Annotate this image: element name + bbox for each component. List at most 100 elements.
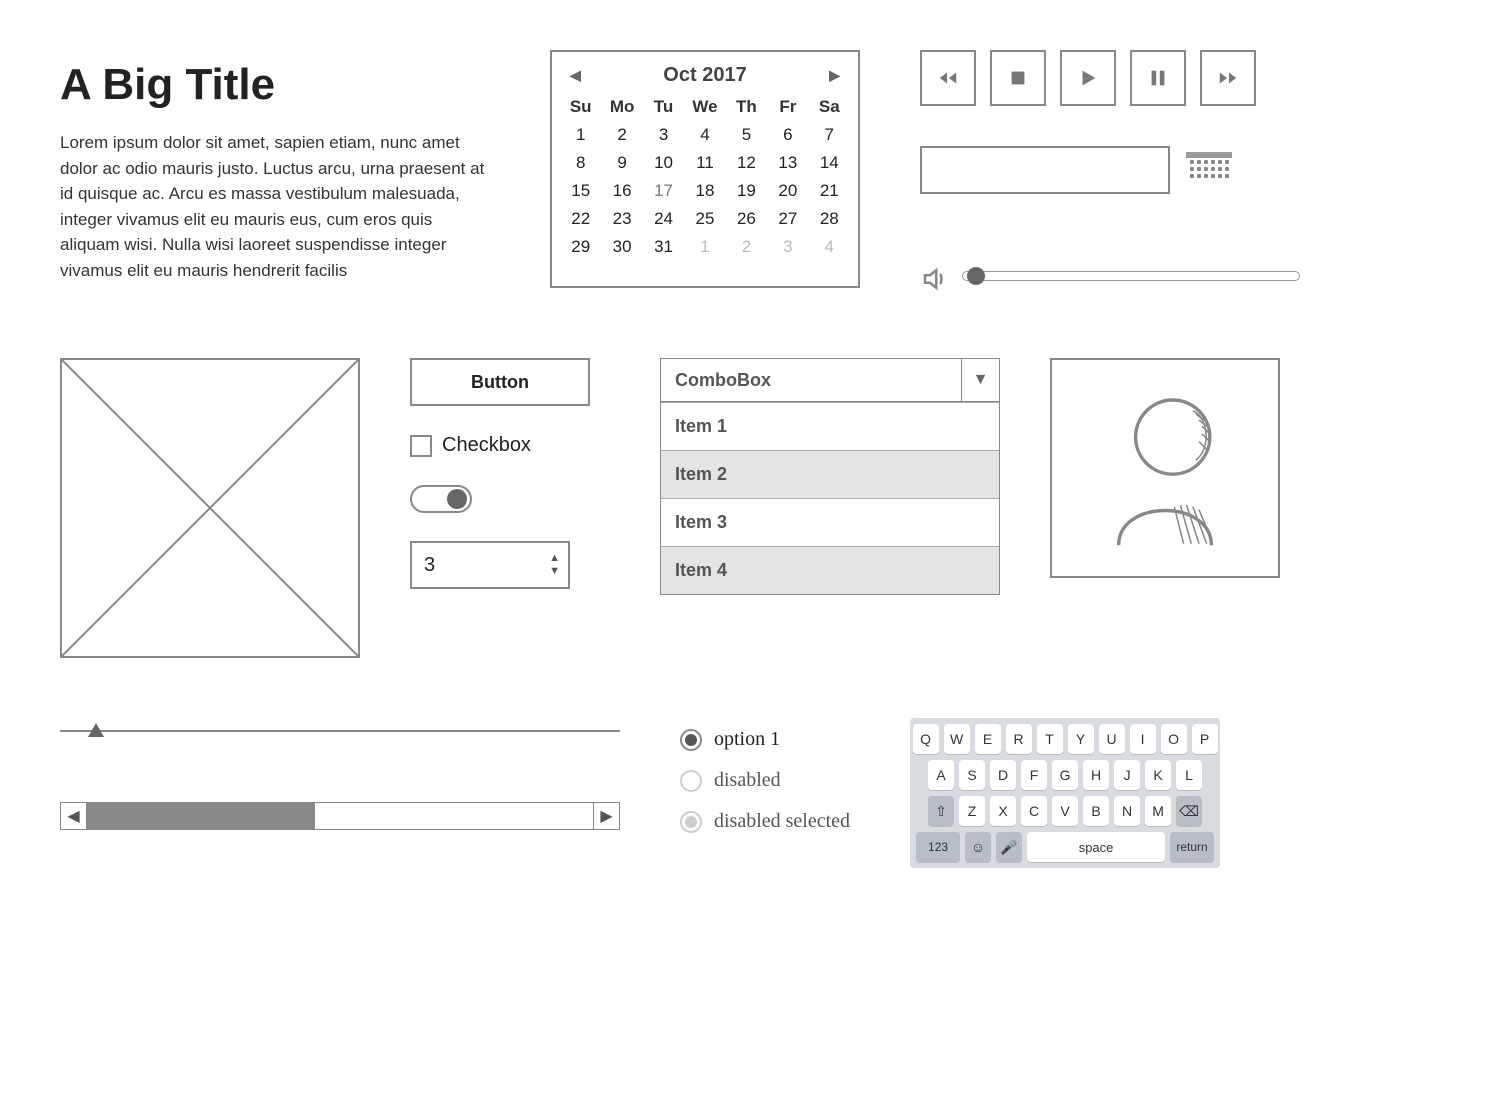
key[interactable]: Y (1068, 724, 1094, 754)
calendar-day[interactable]: 26 (726, 209, 767, 229)
calendar-day[interactable]: 4 (809, 237, 850, 257)
forward-button[interactable] (1200, 50, 1256, 106)
calendar-day[interactable]: 9 (601, 153, 642, 173)
calendar-day[interactable]: 19 (726, 181, 767, 201)
calendar-day[interactable]: 24 (643, 209, 684, 229)
checkbox[interactable]: Checkbox (410, 434, 610, 457)
calendar-day[interactable]: 29 (560, 237, 601, 257)
button[interactable]: Button (410, 358, 590, 406)
list-item[interactable]: Item 3 (661, 498, 999, 546)
key[interactable]: F (1021, 760, 1047, 790)
horizontal-slider[interactable] (60, 718, 620, 742)
calendar-day[interactable]: 5 (726, 125, 767, 145)
radio-option-1[interactable]: option 1 (680, 728, 850, 751)
list-item[interactable]: Item 1 (661, 402, 999, 450)
onscreen-keyboard[interactable]: QWERTYUIOP ASDFGHJKL ⇧ZXCVBNM⌫ 123 ☺ 🎤 s… (910, 718, 1220, 868)
listbox[interactable]: Item 1Item 2Item 3Item 4 (660, 402, 1000, 595)
horizontal-scrollbar[interactable]: ◀ ▶ (60, 802, 620, 830)
calendar-day[interactable]: 3 (643, 125, 684, 145)
calendar-next-icon[interactable]: ▶ (829, 67, 840, 84)
key[interactable]: C (1021, 796, 1047, 826)
key[interactable]: T (1037, 724, 1063, 754)
play-button[interactable] (1060, 50, 1116, 106)
pause-button[interactable] (1130, 50, 1186, 106)
checkbox-box[interactable] (410, 435, 432, 457)
key[interactable]: R (1006, 724, 1032, 754)
key[interactable]: Q (913, 724, 939, 754)
volume-slider[interactable] (962, 271, 1300, 281)
scroll-left-icon[interactable]: ◀ (61, 803, 87, 829)
calendar-day[interactable]: 14 (809, 153, 850, 173)
calendar-day[interactable]: 2 (726, 237, 767, 257)
calendar-day[interactable]: 1 (684, 237, 725, 257)
key[interactable]: G (1052, 760, 1078, 790)
calendar-day[interactable]: 8 (560, 153, 601, 173)
list-item[interactable]: Item 4 (661, 546, 999, 594)
key-mic-icon[interactable]: 🎤 (996, 832, 1022, 862)
calendar-day[interactable]: 12 (726, 153, 767, 173)
key-space[interactable]: space (1027, 832, 1165, 862)
key[interactable]: S (959, 760, 985, 790)
key[interactable]: B (1083, 796, 1109, 826)
key[interactable]: I (1130, 724, 1156, 754)
key[interactable]: U (1099, 724, 1125, 754)
stepper-down-icon[interactable]: ▼ (549, 566, 560, 577)
calendar-day[interactable]: 15 (560, 181, 601, 201)
key-emoji-icon[interactable]: ☺ (965, 832, 991, 862)
key[interactable]: E (975, 724, 1001, 754)
key[interactable]: K (1145, 760, 1171, 790)
key[interactable]: J (1114, 760, 1140, 790)
calendar-day[interactable]: 10 (643, 153, 684, 173)
calendar-day[interactable]: 25 (684, 209, 725, 229)
key[interactable]: L (1176, 760, 1202, 790)
key-return[interactable]: return (1170, 832, 1214, 862)
list-item[interactable]: Item 2 (661, 450, 999, 498)
calendar-day[interactable]: 21 (809, 181, 850, 201)
calendar-picker-icon[interactable] (1186, 152, 1232, 188)
date-input[interactable] (920, 146, 1170, 194)
volume-thumb[interactable] (967, 267, 985, 285)
scroll-right-icon[interactable]: ▶ (593, 803, 619, 829)
calendar-day[interactable]: 17 (643, 181, 684, 201)
key[interactable]: W (944, 724, 970, 754)
toggle-switch[interactable] (410, 485, 472, 513)
key[interactable]: Z (959, 796, 985, 826)
calendar-day[interactable]: 30 (601, 237, 642, 257)
calendar[interactable]: ◀ Oct 2017 ▶ SuMoTuWeThFrSa1234567891011… (550, 50, 860, 288)
key[interactable]: N (1114, 796, 1140, 826)
calendar-day[interactable]: 28 (809, 209, 850, 229)
calendar-day[interactable]: 22 (560, 209, 601, 229)
combobox-arrow-icon[interactable]: ▼ (961, 359, 999, 401)
numeric-stepper[interactable]: 3 ▲ ▼ (410, 541, 570, 589)
calendar-day[interactable]: 27 (767, 209, 808, 229)
key[interactable]: V (1052, 796, 1078, 826)
calendar-day[interactable]: 6 (767, 125, 808, 145)
stop-button[interactable] (990, 50, 1046, 106)
calendar-day[interactable]: 23 (601, 209, 642, 229)
combobox[interactable]: ComboBox ▼ (660, 358, 1000, 402)
calendar-day[interactable]: 7 (809, 125, 850, 145)
calendar-day[interactable]: 4 (684, 125, 725, 145)
calendar-day[interactable]: 13 (767, 153, 808, 173)
calendar-day[interactable]: 18 (684, 181, 725, 201)
key[interactable]: M (1145, 796, 1171, 826)
slider-thumb[interactable] (88, 723, 104, 737)
rewind-button[interactable] (920, 50, 976, 106)
key-shift-icon[interactable]: ⇧ (928, 796, 954, 826)
key[interactable]: A (928, 760, 954, 790)
calendar-day[interactable]: 20 (767, 181, 808, 201)
calendar-day[interactable]: 3 (767, 237, 808, 257)
calendar-day[interactable]: 16 (601, 181, 642, 201)
key[interactable]: P (1192, 724, 1218, 754)
stepper-up-icon[interactable]: ▲ (549, 553, 560, 564)
key[interactable]: D (990, 760, 1016, 790)
calendar-day[interactable]: 31 (643, 237, 684, 257)
calendar-prev-icon[interactable]: ◀ (570, 67, 581, 84)
toggle-knob[interactable] (447, 489, 467, 509)
scroll-thumb[interactable] (87, 803, 315, 829)
calendar-day[interactable]: 2 (601, 125, 642, 145)
calendar-day[interactable]: 1 (560, 125, 601, 145)
key[interactable]: O (1161, 724, 1187, 754)
calendar-day[interactable]: 11 (684, 153, 725, 173)
key-backspace-icon[interactable]: ⌫ (1176, 796, 1202, 826)
